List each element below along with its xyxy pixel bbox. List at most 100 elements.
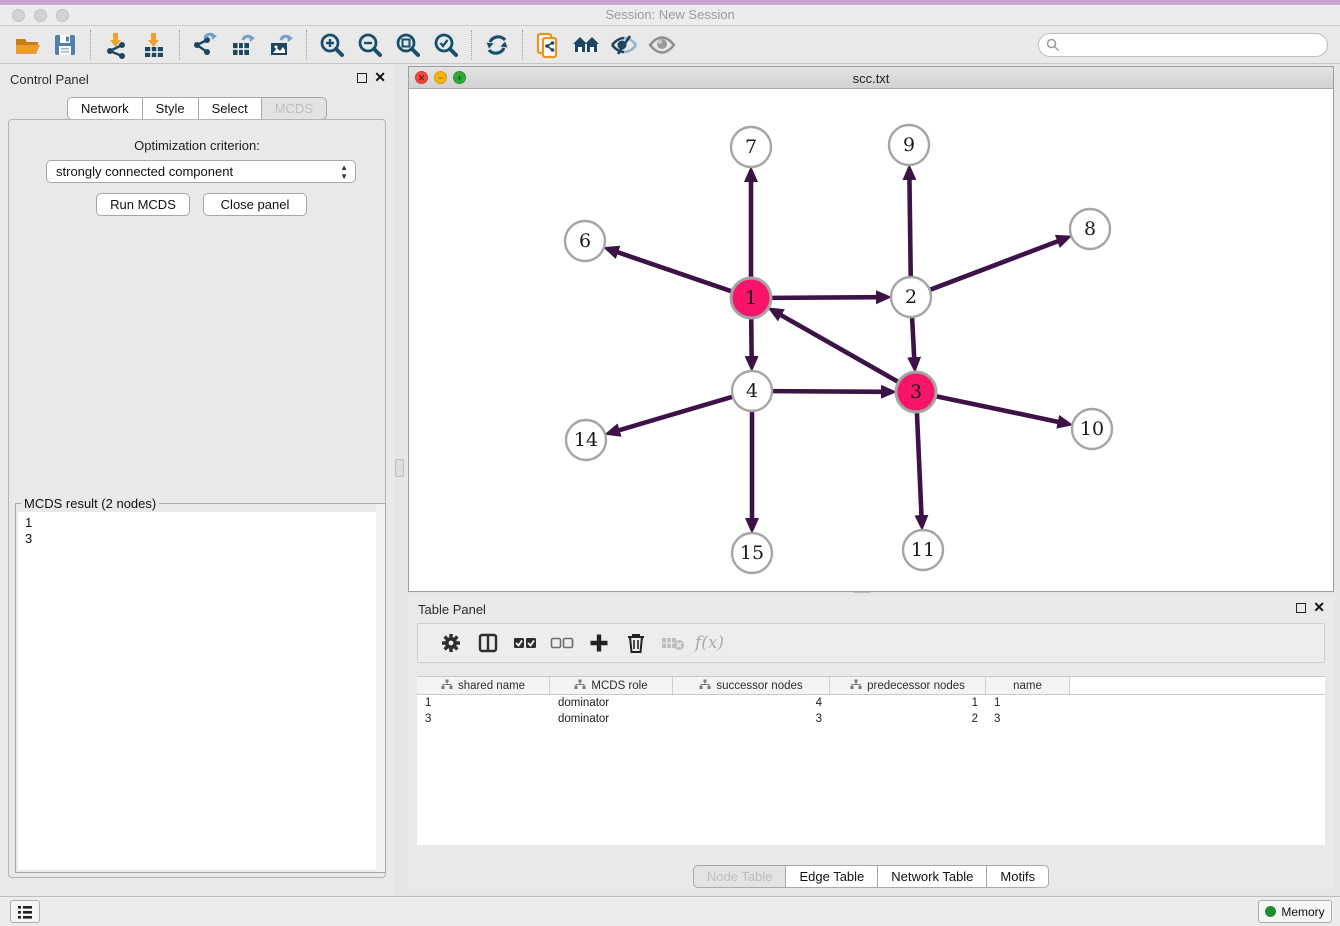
control-panel-tabs: NetworkStyleSelectMCDS [0,97,394,120]
status-bar: Memory [0,896,1340,926]
graph-node-15[interactable]: 15 [732,533,772,573]
close-panel-button[interactable]: Close panel [203,193,307,216]
tab-select[interactable]: Select [199,97,262,120]
result-scrollbar[interactable] [376,504,385,872]
zoom-fit-icon[interactable] [389,29,427,61]
table-cell: 3 [986,713,1070,725]
tab-node-table[interactable]: Node Table [693,865,787,888]
table-cell: 2 [830,713,986,725]
home-layout-icon[interactable] [567,29,605,61]
tab-network-table[interactable]: Network Table [878,865,987,888]
table-row[interactable]: 1dominator411 [417,695,1325,711]
delete-icon[interactable] [617,628,654,658]
column-header-predecessor-nodes[interactable]: predecessor nodes [830,677,986,694]
graph-node-6[interactable]: 6 [565,221,605,261]
dropdown-stepper-icon: ▲▼ [340,163,348,181]
graph-edge-2-3[interactable] [912,318,914,359]
hide-graphics-details-icon[interactable] [605,29,643,61]
graph-edge-4-3[interactable] [773,391,883,392]
table-cell: 1 [986,697,1070,709]
run-mcds-button[interactable]: Run MCDS [96,193,190,216]
network-canvas[interactable]: 7 9 6 8 1 2 4 3 14 10 15 11 [409,89,1333,591]
graph-node-11[interactable]: 11 [903,530,943,570]
graph-node-14[interactable]: 14 [566,420,606,460]
graph-edge-1-2[interactable] [772,297,878,298]
save-session-icon[interactable] [46,29,84,61]
mcds-panel: Optimization criterion: strongly connect… [8,119,386,878]
graph-node-3[interactable]: 3 [896,372,936,412]
export-image-icon[interactable] [262,29,300,61]
search-field [1038,33,1328,57]
control-panel: Control Panel ✕ NetworkStyleSelectMCDS O… [0,64,394,896]
control-panel-float-icon[interactable] [357,73,367,83]
column-header-name[interactable]: name [986,677,1070,694]
graph-edge-1-6[interactable] [616,252,731,291]
zoom-selected-icon[interactable] [427,29,465,61]
toolbar-separator [471,30,472,60]
graph-node-8[interactable]: 8 [1070,209,1110,249]
graph-node-4[interactable]: 4 [732,371,772,411]
tab-mcds[interactable]: MCDS [262,97,327,120]
graph-node-9[interactable]: 9 [889,125,929,165]
export-table-icon[interactable] [224,29,262,61]
column-header-shared-name[interactable]: shared name [417,677,550,694]
graph-edge-3-10[interactable] [937,396,1060,422]
graph-node-2[interactable]: 2 [891,277,931,317]
refresh-layout-icon[interactable] [478,29,516,61]
tab-motifs[interactable]: Motifs [987,865,1049,888]
birdseye-view-icon[interactable] [643,29,681,61]
clone-network-icon[interactable] [529,29,567,61]
memory-button[interactable]: Memory [1258,900,1332,923]
zoom-out-icon[interactable] [351,29,389,61]
clear-table-icon[interactable] [654,628,691,658]
zoom-in-icon[interactable] [313,29,351,61]
column-header-label: shared name [458,680,525,692]
open-session-icon[interactable] [8,29,46,61]
graph-node-label: 15 [740,542,764,564]
titlebar-accent [0,0,1340,5]
graph-node-7[interactable]: 7 [731,127,771,167]
graph-edge-2-9[interactable] [909,178,910,276]
graph-node-label: 9 [903,134,915,156]
deselect-all-icon[interactable] [543,628,580,658]
table-panel-close-icon[interactable]: ✕ [1313,599,1325,616]
table-cell: 3 [673,713,830,725]
import-table-icon[interactable] [135,29,173,61]
graph-edge-2-8[interactable] [931,241,1060,290]
tab-style[interactable]: Style [143,97,199,120]
import-network-icon[interactable] [97,29,135,61]
columns-icon[interactable] [469,628,506,658]
graph-edge-3-1[interactable] [780,314,898,381]
table-cell: dominator [550,697,673,709]
tab-edge-table[interactable]: Edge Table [786,865,878,888]
graph-edge-3-11[interactable] [917,413,922,517]
select-all-icon[interactable] [506,628,543,658]
tab-network[interactable]: Network [67,97,143,120]
task-history-button[interactable] [10,900,40,923]
export-network-icon[interactable] [186,29,224,61]
add-icon[interactable] [580,628,617,658]
table-cell: 3 [417,713,550,725]
column-header-MCDS-role[interactable]: MCDS role [550,677,673,694]
search-input[interactable] [1038,33,1328,57]
network-view-window: ✕ − + scc.txt 7968124314101511 [408,66,1334,592]
search-icon [1046,38,1060,52]
graph-node-label: 14 [574,429,598,451]
vertical-splitter-grip[interactable] [395,459,404,477]
graph-node-1[interactable]: 1 [731,278,771,318]
table-panel-float-icon[interactable] [1296,603,1306,613]
table-header-row: shared name MCDS rolesuccessor nodesprede… [417,676,1325,695]
toolbar-separator [179,30,180,60]
mcds-result-text[interactable]: 1 3 [18,512,383,870]
graph-node-label: 2 [905,286,917,308]
table-row[interactable]: 3dominator323 [417,711,1325,727]
function-builder-icon[interactable]: f(x) [691,628,728,658]
gear-icon[interactable] [432,628,469,658]
table-cell: 1 [417,697,550,709]
graph-node-10[interactable]: 10 [1072,409,1112,449]
control-panel-close-icon[interactable]: ✕ [374,69,386,86]
graph-edge-4-14[interactable] [618,397,732,431]
optimization-criterion-dropdown[interactable]: strongly connected component ▲▼ [46,160,356,183]
column-header-successor-nodes[interactable]: successor nodes [673,677,830,694]
list-icon [17,905,33,919]
